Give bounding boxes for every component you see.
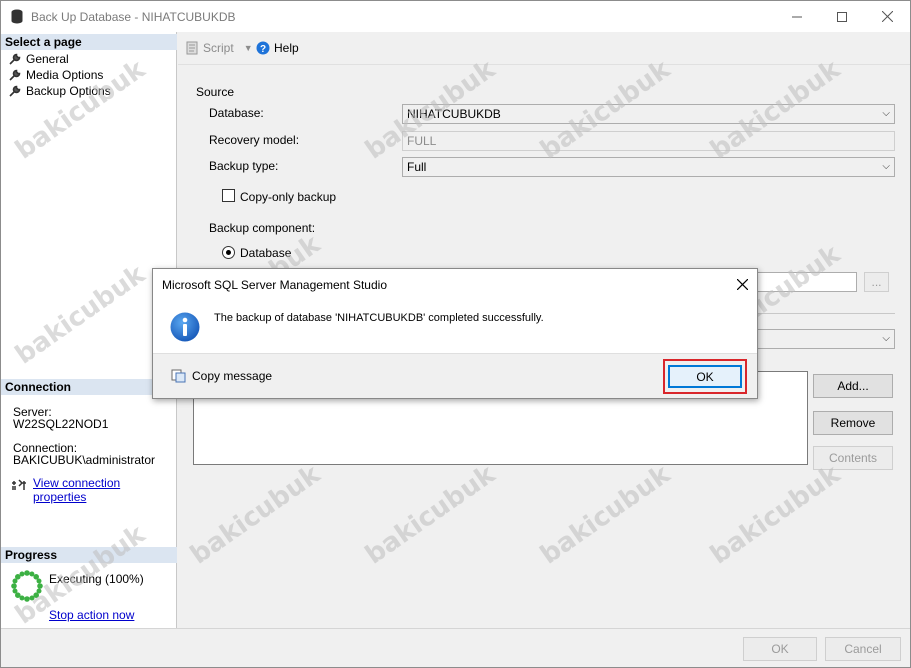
left-pane: Select a page General Media Options Back… (1, 32, 177, 628)
browse-button[interactable]: ... (864, 272, 889, 292)
remove-button[interactable]: Remove (813, 411, 893, 435)
progress-heading: Progress (1, 547, 177, 563)
wrench-icon (9, 69, 21, 81)
help-label: Help (274, 41, 299, 55)
window-title: Back Up Database - NIHATCUBUKDB (31, 10, 236, 24)
minimize-icon[interactable] (774, 1, 820, 32)
divider (738, 313, 895, 314)
success-dialog: Microsoft SQL Server Management Studio T… (152, 268, 758, 399)
dialog-footer: Copy message OK (153, 353, 757, 398)
progress-spinner-icon (11, 570, 43, 602)
wrench-icon (9, 53, 21, 65)
sidebar-item-label: General (26, 52, 69, 66)
help-button[interactable]: ? Help (256, 41, 299, 55)
database-label: Database: (209, 106, 264, 120)
copy-only-label: Copy-only backup (240, 190, 337, 204)
sidebar-item-backup-options[interactable]: Backup Options (9, 83, 111, 99)
cancel-button[interactable]: Cancel (825, 637, 901, 661)
copy-only-checkbox[interactable] (222, 189, 235, 202)
component-database-radio[interactable] (222, 246, 235, 259)
contents-button[interactable]: Contents (813, 446, 893, 470)
svg-text:?: ? (260, 44, 266, 55)
wrench-icon (9, 85, 21, 97)
database-icon (11, 9, 23, 24)
recovery-model-label: Recovery model: (209, 133, 300, 147)
copy-message-button[interactable]: Copy message (171, 369, 272, 383)
stop-action-link[interactable]: Stop action now (49, 608, 134, 622)
sidebar-item-label: Media Options (26, 68, 104, 82)
recovery-model-value: FULL (407, 134, 437, 148)
chevron-down-icon: ⌵ (882, 161, 890, 172)
close-icon[interactable] (729, 273, 755, 295)
recovery-model-field: FULL (402, 131, 895, 151)
sidebar-item-general[interactable]: General (9, 51, 69, 67)
add-button[interactable]: Add... (813, 374, 893, 398)
backup-component-label: Backup component: (209, 221, 316, 235)
component-database-label: Database (240, 246, 292, 260)
progress-status: Executing (100%) (49, 572, 144, 586)
backup-type-label: Backup type: (209, 159, 279, 173)
connection-value: BAKICUBUK\administrator (13, 453, 156, 467)
connection-icon (12, 479, 26, 490)
server-value: W22SQL22NOD1 (13, 417, 109, 431)
sidebar-item-label: Backup Options (26, 84, 111, 98)
help-icon: ? (256, 41, 270, 55)
database-value: NIHATCUBUKDB (407, 107, 501, 121)
toolbar: Script ▼ ? Help (178, 32, 910, 65)
title-bar: Back Up Database - NIHATCUBUKDB (1, 1, 910, 32)
connection-heading: Connection (1, 379, 177, 395)
dialog-title: Microsoft SQL Server Management Studio (162, 278, 387, 292)
copy-icon (171, 369, 186, 383)
view-connection-properties-link[interactable]: View connection properties (33, 476, 176, 504)
sidebar-item-media-options[interactable]: Media Options (9, 67, 103, 83)
database-select[interactable]: NIHATCUBUKDB ⌵ (402, 104, 895, 124)
ok-button[interactable]: OK (743, 637, 817, 661)
info-icon (170, 312, 200, 342)
copy-message-label: Copy message (192, 369, 273, 383)
bottom-bar: OK Cancel (1, 628, 910, 667)
chevron-down-icon: ⌵ (882, 333, 890, 344)
dialog-message: The backup of database 'NIHATCUBUKDB' co… (214, 312, 544, 324)
script-button[interactable]: Script ▼ (185, 41, 253, 55)
close-icon[interactable] (864, 1, 910, 32)
maximize-icon[interactable] (819, 1, 865, 32)
select-page-heading: Select a page (1, 34, 177, 50)
script-label: Script (203, 41, 234, 55)
source-label: Source (196, 85, 235, 99)
dialog-ok-button[interactable]: OK (668, 365, 742, 388)
backup-type-value: Full (407, 160, 427, 174)
script-icon (186, 41, 198, 55)
chevron-down-icon: ⌵ (882, 108, 890, 119)
backup-destination-select[interactable]: ⌵ (738, 329, 895, 349)
chevron-down-icon: ▼ (243, 43, 253, 53)
backup-type-select[interactable]: Full ⌵ (402, 157, 895, 177)
